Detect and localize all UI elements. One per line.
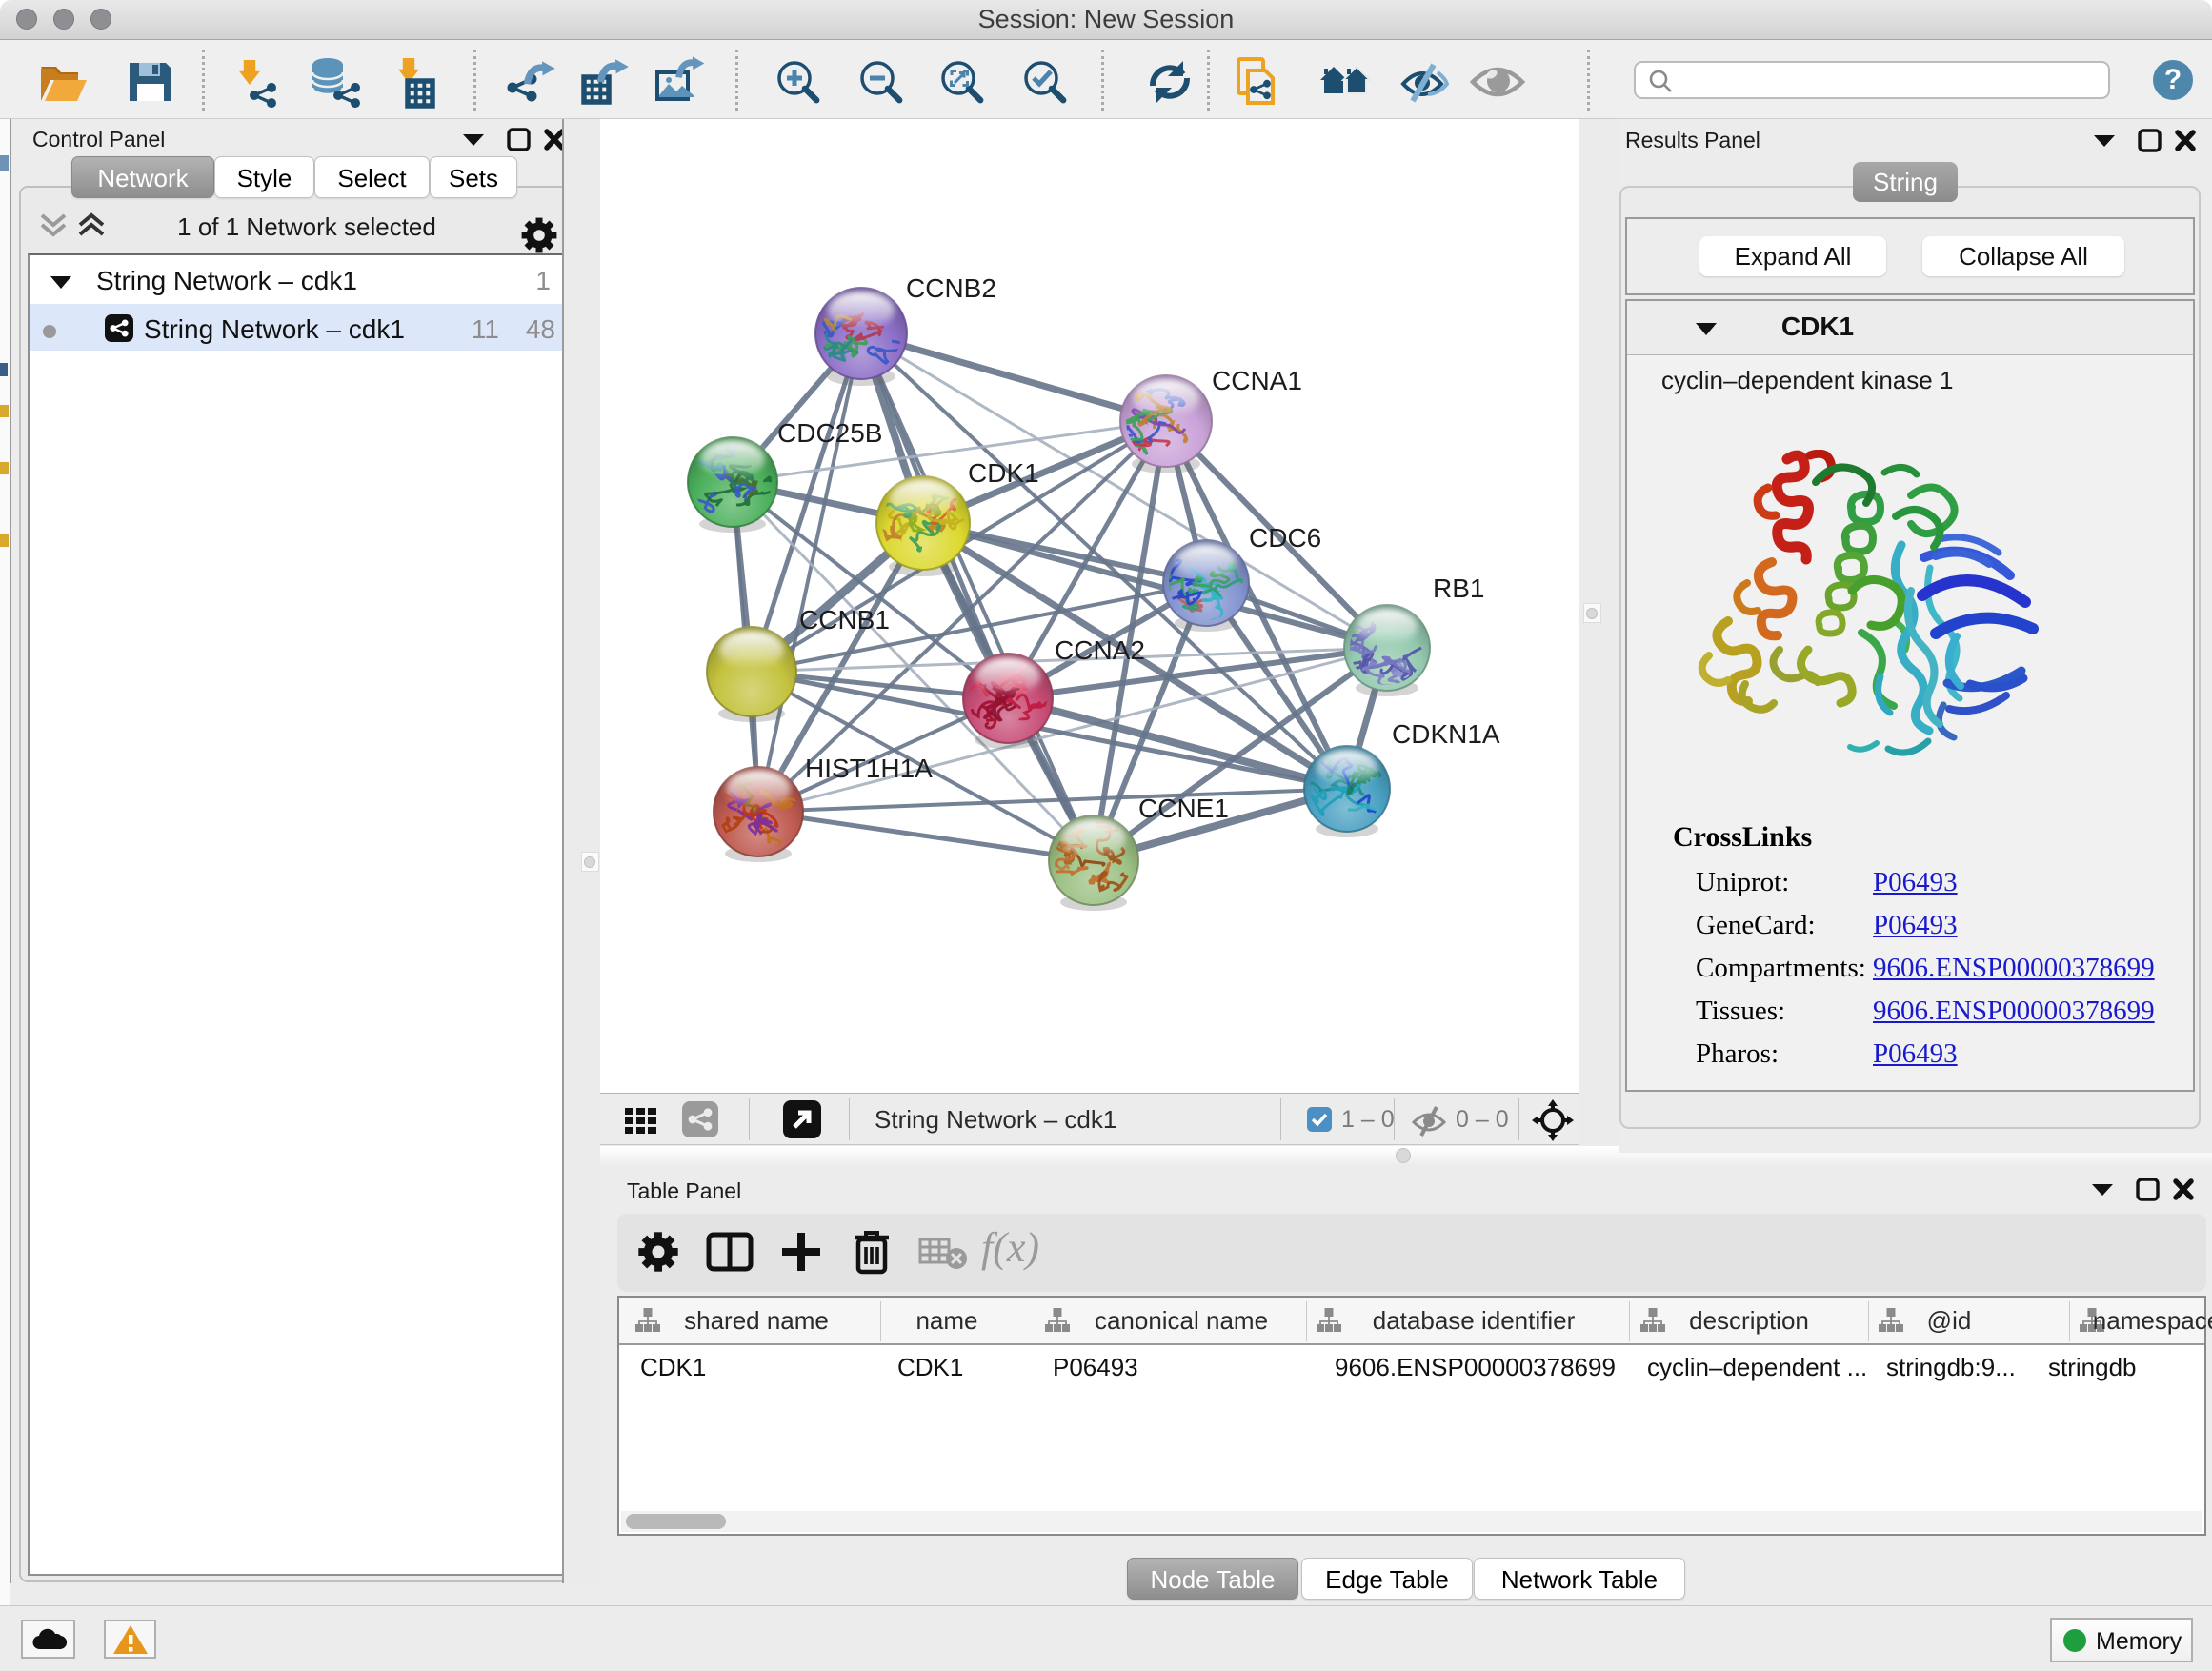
svg-text:CCNA1: CCNA1 xyxy=(1212,366,1302,395)
svg-text:CDKN1A: CDKN1A xyxy=(1392,719,1500,749)
svg-text:CDC25B: CDC25B xyxy=(777,418,882,448)
svg-text:CDC6: CDC6 xyxy=(1249,523,1321,553)
svg-text:RB1: RB1 xyxy=(1433,574,1484,603)
svg-text:CCNB1: CCNB1 xyxy=(799,605,890,634)
svg-text:CCNA2: CCNA2 xyxy=(1055,635,1145,665)
svg-text:CCNE1: CCNE1 xyxy=(1138,794,1229,823)
svg-text:CCNB2: CCNB2 xyxy=(906,273,996,303)
svg-text:HIST1H1A: HIST1H1A xyxy=(805,754,933,783)
svg-text:CDK1: CDK1 xyxy=(968,458,1039,488)
